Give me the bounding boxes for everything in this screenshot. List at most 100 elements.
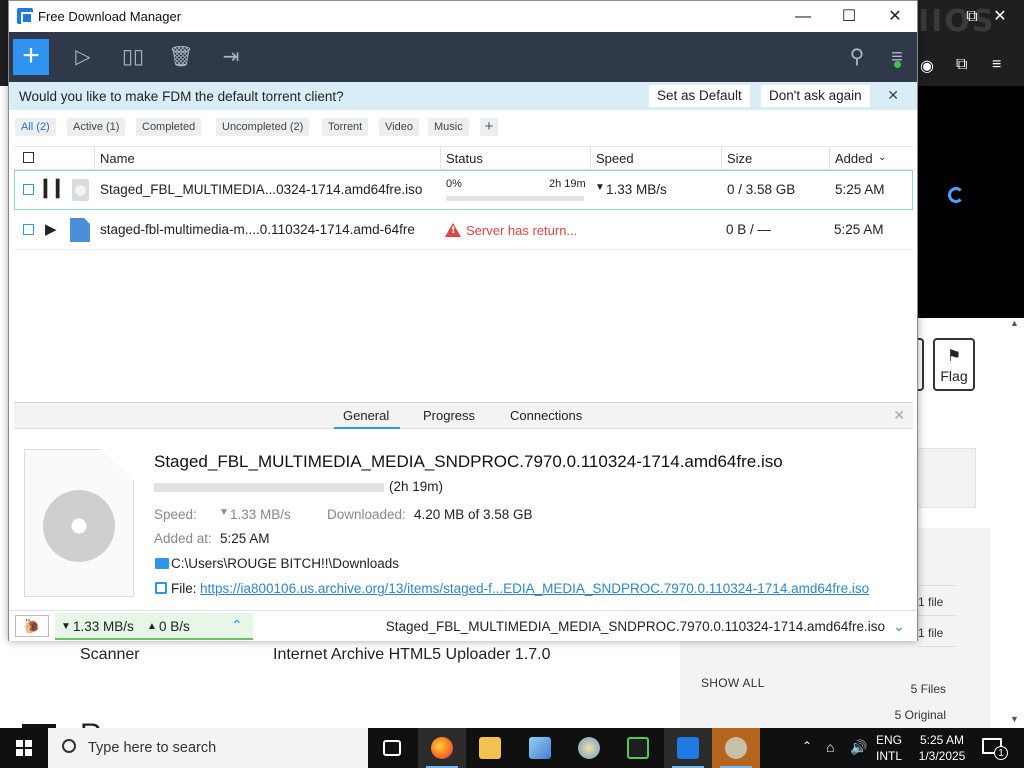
- pause-download-icon[interactable]: ▎▎: [44, 179, 69, 199]
- set-as-default-button[interactable]: Set as Default: [649, 85, 750, 107]
- resume-icon[interactable]: ▷: [65, 40, 101, 74]
- start-button[interactable]: [0, 728, 48, 768]
- scanner-label: Scanner: [80, 646, 140, 663]
- details-close-icon[interactable]: ✕: [893, 407, 905, 424]
- download-path[interactable]: C:\Users\ROUGE BITCH!!\Downloads: [171, 556, 399, 571]
- select-all-checkbox[interactable]: [23, 152, 34, 163]
- filter-torrent[interactable]: Torrent: [322, 118, 369, 136]
- add-filter-button[interactable]: +: [480, 118, 498, 136]
- column-status[interactable]: Status: [446, 151, 483, 166]
- language-indicator[interactable]: ENG INTL: [876, 732, 902, 764]
- filter-completed[interactable]: Completed: [136, 118, 202, 136]
- download-progress-bar: [446, 196, 584, 201]
- file-url-link[interactable]: https://ia800106.us.archive.org/13/items…: [200, 581, 869, 596]
- column-separator: [440, 147, 441, 170]
- speed-limit-snail-icon[interactable]: 🐌: [15, 615, 49, 637]
- taskbar-search[interactable]: Type here to search: [48, 728, 368, 768]
- column-separator: [94, 147, 95, 170]
- download-added: 5:25 AM: [835, 182, 885, 197]
- loading-spinner-icon: [948, 187, 964, 203]
- show-hidden-icons[interactable]: ⌃: [802, 739, 812, 768]
- maximize-button[interactable]: ☐: [826, 1, 872, 32]
- search-icon[interactable]: ⚲: [839, 40, 875, 74]
- taskbar-app[interactable]: [516, 728, 564, 768]
- banner-close-icon[interactable]: ✕: [887, 87, 899, 104]
- close-icon[interactable]: ✕: [986, 6, 1014, 26]
- download-name: staged-fbl-multimedia-m....0.110324-1714…: [100, 222, 415, 237]
- fdm-app-icon: [677, 737, 699, 759]
- row-checkbox[interactable]: [23, 224, 34, 235]
- partial-button[interactable]: [918, 338, 924, 391]
- taskbar-fdm[interactable]: [664, 728, 712, 768]
- added-at-label: Added at:: [154, 531, 212, 546]
- iso-file-icon: [72, 179, 89, 201]
- column-name[interactable]: Name: [100, 151, 135, 166]
- speed-summary[interactable]: ▼ 1.33 MB/s ▲ 0 B/s ⌃: [55, 613, 253, 640]
- filter-music[interactable]: Music: [428, 118, 469, 136]
- active-tab-indicator: [334, 427, 400, 429]
- taskbar-gimp[interactable]: [712, 728, 760, 768]
- terminal-icon: [627, 737, 649, 759]
- volume-icon[interactable]: 🔊: [850, 739, 867, 768]
- total-up-speed: 0 B/s: [159, 619, 190, 634]
- original-count: 5 Original: [894, 708, 946, 722]
- show-all-link[interactable]: SHOW ALL: [701, 676, 765, 690]
- hamburger-menu-icon[interactable]: ≡: [879, 40, 915, 74]
- taskbar-file-explorer[interactable]: [466, 728, 514, 768]
- taskbar-app[interactable]: [565, 728, 613, 768]
- column-speed[interactable]: Speed: [596, 151, 634, 166]
- chevron-down-icon[interactable]: ⌄: [893, 618, 905, 635]
- folder-icon[interactable]: [155, 558, 169, 569]
- title-bar: Free Download Manager — ☐ ✕: [9, 1, 917, 32]
- details-file-name: Staged_FBL_MULTIMEDIA_MEDIA_SNDPROC.7970…: [154, 452, 783, 471]
- filter-all[interactable]: All (2): [15, 118, 56, 136]
- filter-uncompleted[interactable]: Uncompleted (2): [216, 118, 310, 136]
- add-download-button[interactable]: +: [13, 39, 49, 75]
- tab-progress[interactable]: Progress: [423, 408, 475, 423]
- download-row[interactable]: ▶ staged-fbl-multimedia-m....0.110324-17…: [14, 210, 913, 250]
- page-scrollbar[interactable]: ▲ ▼: [1006, 318, 1024, 728]
- flag-icon: ⚑: [946, 348, 962, 365]
- close-button[interactable]: ✕: [872, 1, 918, 32]
- tab-connections[interactable]: Connections: [510, 408, 582, 423]
- up-arrow-icon: ▲: [147, 621, 157, 632]
- taskbar-app[interactable]: [614, 728, 662, 768]
- divider: [918, 646, 956, 647]
- details-panel: General Progress Connections ✕ Staged_FB…: [14, 402, 913, 606]
- flag-button[interactable]: ⚑ Flag: [933, 338, 975, 391]
- account-icon[interactable]: ◉: [920, 56, 934, 76]
- files-count: 5 Files: [910, 682, 946, 696]
- clock[interactable]: 5:25 AM 1/3/2025: [914, 732, 970, 764]
- notification-center-icon[interactable]: 1: [982, 738, 1008, 760]
- download-row[interactable]: ▎▎ Staged_FBL_MULTIMEDIA...0324-1714.amd…: [14, 170, 913, 210]
- chevron-up-icon[interactable]: ⌃: [231, 617, 243, 634]
- filter-active[interactable]: Active (1): [67, 118, 126, 136]
- restore-icon[interactable]: ⧉: [958, 8, 986, 26]
- delete-icon[interactable]: 🗑: [163, 40, 199, 74]
- dont-ask-again-button[interactable]: Don't ask again: [761, 85, 870, 107]
- column-size[interactable]: Size: [727, 151, 752, 166]
- extensions-icon[interactable]: ⧉: [956, 56, 967, 74]
- menu-icon[interactable]: ≡: [992, 56, 1001, 74]
- pause-icon[interactable]: ▯▯: [115, 40, 151, 74]
- download-remaining: 2h 19m: [549, 178, 586, 190]
- speed-label: Speed:: [154, 507, 197, 522]
- taskbar-firefox[interactable]: [418, 728, 466, 768]
- resume-download-icon[interactable]: ▶: [45, 220, 57, 238]
- move-to-folder-icon[interactable]: ⇥: [213, 40, 249, 74]
- lang-bottom: INTL: [876, 749, 903, 763]
- sort-desc-icon: ⌄: [878, 152, 887, 163]
- external-link-icon[interactable]: [155, 582, 167, 594]
- row-checkbox[interactable]: [23, 184, 34, 195]
- network-icon[interactable]: ⌂: [826, 739, 834, 768]
- paint-icon: [578, 737, 600, 759]
- column-added[interactable]: Added: [835, 151, 873, 166]
- filter-video[interactable]: Video: [379, 118, 419, 136]
- scroll-up-icon[interactable]: ▲: [1010, 318, 1019, 328]
- total-down-speed: 1.33 MB/s: [73, 619, 134, 634]
- download-error: Server has return...: [466, 223, 578, 238]
- tab-general[interactable]: General: [343, 408, 389, 423]
- task-view-button[interactable]: [368, 728, 416, 768]
- scroll-down-icon[interactable]: ▼: [1010, 714, 1019, 724]
- minimize-button[interactable]: —: [780, 1, 826, 32]
